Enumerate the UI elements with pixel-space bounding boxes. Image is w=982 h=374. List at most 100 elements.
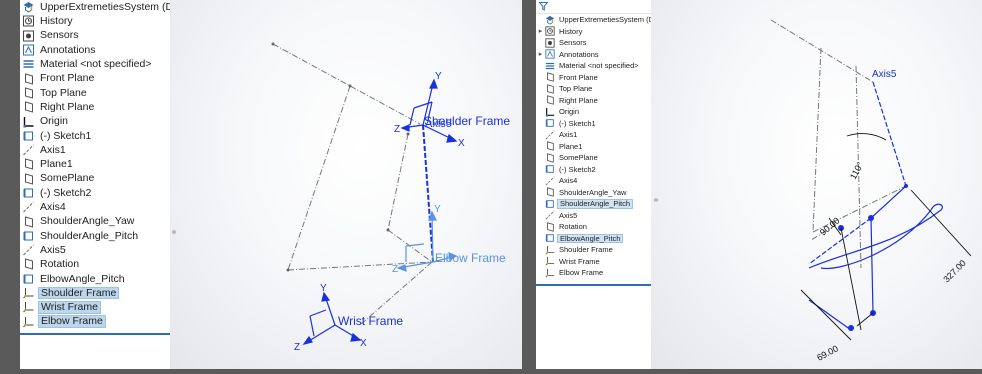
dimensioned-sketch[interactable]	[808, 81, 943, 331]
tree-item-shoulderangle-pitch[interactable]: ShoulderAngle_Pitch	[20, 229, 170, 243]
panel-splitter-handle[interactable]	[172, 230, 176, 234]
tree-item-annotations[interactable]: ▸ Annotations	[536, 49, 651, 61]
wrist-axis-z-label: Z	[294, 342, 300, 353]
axis-icon	[22, 201, 35, 213]
tree-item-front-plane[interactable]: Front Plane	[536, 72, 651, 84]
tree-item-plane1[interactable]: Plane1	[20, 157, 170, 171]
material-icon	[545, 61, 555, 71]
graphics-viewport-right[interactable]: Axis5 110° 90.00 327.00 69.00	[651, 0, 982, 369]
tree-item-axis1[interactable]: Axis1	[536, 129, 651, 141]
tree-item-label: Rotation	[559, 222, 587, 231]
tree-item-shoulder-frame[interactable]: Shoulder Frame	[536, 244, 651, 256]
panel-splitter-handle[interactable]	[654, 198, 658, 202]
tree-item-label: Origin	[40, 115, 69, 128]
tree-item-history[interactable]: ▸ History	[536, 26, 651, 38]
tree-item-label: Wrist Frame	[38, 301, 101, 314]
tree-item-front-plane[interactable]: Front Plane	[20, 71, 170, 85]
plane-icon	[545, 222, 555, 232]
tree-item-someplane[interactable]: SomePlane	[536, 152, 651, 164]
tree-item-shoulderangle-yaw[interactable]: ShoulderAngle_Yaw	[20, 214, 170, 228]
tree-item-annotations[interactable]: Annotations	[20, 43, 170, 57]
linear-dimension-327[interactable]: 327.00	[941, 258, 968, 285]
tree-item-shoulderangle-pitch[interactable]: ShoulderAngle_Pitch	[536, 198, 651, 210]
plane-icon	[22, 258, 35, 271]
angle-dimension[interactable]: 110°	[848, 160, 865, 181]
annotations-icon	[545, 49, 555, 59]
tree-item-rotation[interactable]: Rotation	[536, 221, 651, 233]
tree-item-shoulderangle-yaw[interactable]: ShoulderAngle_Yaw	[536, 187, 651, 199]
tree-item-axis5[interactable]: Axis5	[20, 243, 170, 257]
tree-item-axis4[interactable]: Axis4	[536, 175, 651, 187]
tree-item-upperextremetiessystem-defaul[interactable]: UpperExtremetiesSystem (Defaul	[536, 14, 670, 26]
tree-item-label: Sensors	[40, 29, 79, 42]
tree-item-sketch2[interactable]: (-) Sketch2	[536, 164, 651, 176]
tree-item-axis1[interactable]: Axis1	[20, 143, 170, 157]
tree-item-upperextremetiessystem-defaul[interactable]: UpperExtremetiesSystem (Defaul	[20, 0, 196, 14]
tree-bottom-divider	[20, 333, 170, 335]
tree-item-elbowangle-pitch[interactable]: ElbowAngle_Pitch	[536, 233, 651, 245]
tree-item-label: Plane1	[40, 158, 73, 171]
tree-item-label: Material <not specified>	[559, 61, 639, 70]
coordinate-system-icon	[22, 287, 35, 299]
tree-item-material-not-specified[interactable]: Material <not specified>	[20, 57, 170, 71]
tree-item-label: ElbowAngle_Pitch	[557, 233, 624, 243]
linear-dimension-69[interactable]: 69.00	[815, 343, 840, 362]
tree-item-label: Axis5	[40, 243, 66, 256]
elbow-axis-y-label: Y	[434, 204, 441, 215]
plane-icon	[545, 95, 555, 105]
tree-item-elbow-frame[interactable]: Elbow Frame	[536, 267, 651, 279]
tree-item-material-not-specified[interactable]: Material <not specified>	[536, 60, 651, 72]
model-drawing-left: Y X Z Axis5 Shoulder Frame Y Z Elbow Fra…	[172, 42, 510, 353]
tree-item-elbow-frame[interactable]: Elbow Frame	[20, 315, 170, 329]
tree-item-label: Top Plane	[40, 86, 87, 99]
tree-item-shoulder-frame[interactable]: Shoulder Frame	[20, 286, 170, 300]
tree-item-sketch1[interactable]: (-) Sketch1	[20, 129, 170, 143]
tree-item-sketch2[interactable]: (-) Sketch2	[20, 186, 170, 200]
tree-item-right-plane[interactable]: Right Plane	[20, 100, 170, 114]
shoulder-frame-triad[interactable]	[400, 78, 458, 143]
plane-icon	[22, 72, 35, 85]
tree-item-right-plane[interactable]: Right Plane	[536, 95, 651, 107]
expand-chevron-icon[interactable]: ▸	[536, 27, 545, 35]
feature-manager-tree-right: UpperExtremetiesSystem (Defaul ▸ History Se…	[536, 0, 670, 369]
tree-item-label: SomePlane	[40, 172, 95, 185]
tree-item-origin[interactable]: Origin	[20, 114, 170, 128]
coordinate-system-icon	[545, 256, 555, 266]
tree-item-label: History	[40, 15, 73, 28]
coordinate-system-icon	[545, 268, 555, 278]
tree-item-plane1[interactable]: Plane1	[536, 141, 651, 153]
tree-item-wrist-frame[interactable]: Wrist Frame	[536, 256, 651, 268]
sketch-icon	[545, 233, 555, 243]
tree-bottom-divider	[536, 284, 651, 286]
tree-item-sensors[interactable]: Sensors	[20, 29, 170, 43]
tree-item-elbowangle-pitch[interactable]: ElbowAngle_Pitch	[20, 272, 170, 286]
linear-dimension-90[interactable]: 90.00	[818, 215, 842, 237]
expand-chevron-icon[interactable]: ▸	[536, 50, 545, 58]
tree-item-label: Annotations	[40, 43, 96, 56]
tree-item-top-plane[interactable]: Top Plane	[20, 86, 170, 100]
sketch-icon	[22, 130, 35, 142]
plane-icon	[545, 72, 555, 82]
sensors-icon	[545, 38, 555, 48]
plane-icon	[22, 173, 35, 185]
graphics-viewport-left[interactable]: Y X Z Axis5 Shoulder Frame Y Z Elbow Fra…	[170, 0, 522, 369]
tree-item-top-plane[interactable]: Top Plane	[536, 83, 651, 95]
tree-item-label: Material <not specified>	[40, 58, 152, 71]
tree-item-axis4[interactable]: Axis4	[20, 200, 170, 214]
tree-item-sketch1[interactable]: (-) Sketch1	[536, 118, 651, 130]
tree-item-label: Axis1	[40, 143, 66, 156]
shoulder-axis-x-label: X	[458, 138, 465, 149]
filter-bar[interactable]	[536, 0, 651, 14]
shoulder-axis-z-label: Z	[394, 124, 400, 135]
tree-item-wrist-frame[interactable]: Wrist Frame	[20, 300, 170, 314]
material-icon	[22, 58, 35, 70]
tree-item-sensors[interactable]: Sensors	[536, 37, 651, 49]
tree-item-history[interactable]: History	[20, 14, 170, 28]
tree-item-rotation[interactable]: Rotation	[20, 257, 170, 271]
dimension-lines	[800, 133, 972, 341]
tree-item-origin[interactable]: Origin	[536, 106, 651, 118]
tree-item-axis5[interactable]: Axis5	[536, 210, 651, 222]
tree-item-someplane[interactable]: SomePlane	[20, 172, 170, 186]
filter-icon[interactable]	[539, 2, 548, 11]
plane-icon	[22, 87, 35, 99]
